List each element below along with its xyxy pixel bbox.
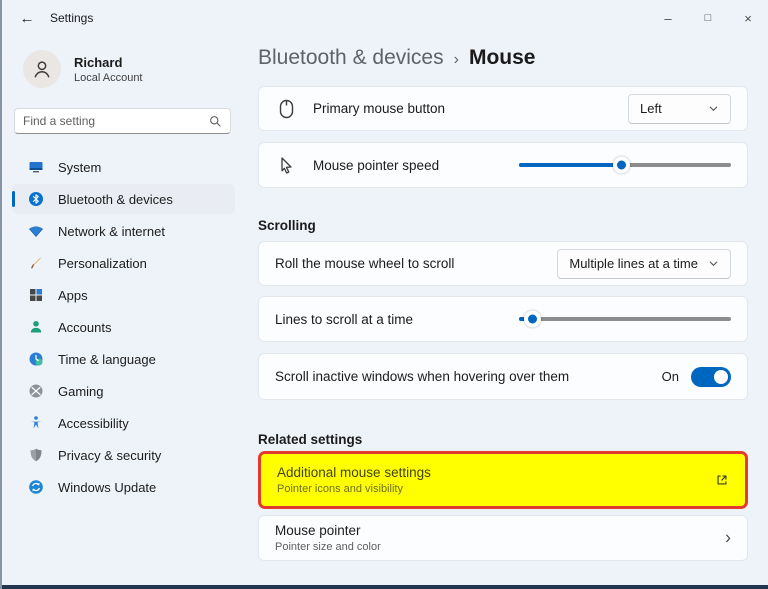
- sidebar-item-personalization[interactable]: Personalization: [12, 248, 235, 278]
- sidebar-item-label: Bluetooth & devices: [58, 191, 173, 207]
- xbox-icon: [27, 383, 44, 400]
- sidebar-item-label: Accounts: [58, 319, 112, 335]
- additional-mouse-settings-card[interactable]: Additional mouse settings Pointer icons …: [258, 451, 748, 509]
- pointer-speed-slider[interactable]: [519, 156, 731, 174]
- user-profile: Richard Local Account: [2, 50, 245, 88]
- monitor-icon: [27, 159, 44, 176]
- slider-fill: [519, 163, 621, 167]
- sidebar-item-network-internet[interactable]: Network & internet: [12, 216, 235, 246]
- sidebar-item-label: Windows Update: [58, 479, 157, 495]
- mouse-pointer-card[interactable]: Mouse pointer Pointer size and color ›: [258, 515, 748, 561]
- sidebar-item-label: Personalization: [58, 255, 147, 271]
- window-controls: – □ ×: [648, 0, 768, 36]
- slider-track[interactable]: [519, 156, 731, 174]
- titlebar: ← Settings – □ ×: [2, 0, 768, 36]
- close-button[interactable]: ×: [728, 0, 768, 36]
- primary-mouse-button-row: Primary mouse button Left: [258, 86, 748, 131]
- sidebar-item-label: System: [58, 159, 102, 175]
- primary-button-dropdown[interactable]: Left: [628, 93, 731, 124]
- maximize-button[interactable]: □: [688, 0, 728, 36]
- external-link-icon: [715, 473, 729, 487]
- mouse-pointer-title: Mouse pointer: [275, 523, 361, 538]
- search-input[interactable]: [23, 114, 209, 128]
- lines-to-scroll-row: Lines to scroll at a time: [258, 296, 748, 342]
- sidebar-item-label: Gaming: [58, 383, 104, 399]
- back-arrow-icon: ←: [19, 9, 35, 27]
- sidebar-nav: System Bluetooth & devices Network & int…: [2, 152, 245, 502]
- shield-icon: [27, 447, 44, 464]
- roll-wheel-label: Roll the mouse wheel to scroll: [275, 256, 455, 271]
- mouse-pointer-subtitle: Pointer size and color: [275, 541, 381, 553]
- sidebar-item-label: Time & language: [58, 351, 156, 367]
- minimize-button[interactable]: –: [648, 0, 688, 36]
- search-icon: [210, 115, 221, 127]
- roll-wheel-dropdown[interactable]: Multiple lines at a time: [557, 248, 731, 279]
- sidebar-item-time-language[interactable]: Time & language: [12, 344, 235, 374]
- globe-icon: [27, 223, 44, 240]
- scroll-inactive-toggle[interactable]: [691, 366, 731, 387]
- breadcrumb-parent[interactable]: Bluetooth & devices: [258, 46, 444, 70]
- chevron-right-icon: ›: [725, 527, 731, 548]
- primary-mouse-button-label: Primary mouse button: [313, 101, 446, 116]
- primary-button-value: Left: [640, 101, 662, 116]
- sidebar-item-label: Apps: [58, 287, 88, 303]
- page-title: Mouse: [468, 46, 536, 69]
- sidebar-item-accounts[interactable]: Accounts: [12, 312, 235, 342]
- apps-icon: [27, 287, 44, 304]
- sidebar: Richard Local Account System: [2, 36, 245, 589]
- lines-to-scroll-label: Lines to scroll at a time: [275, 311, 414, 327]
- main-content: Bluetooth & devices › Mouse Primary mous…: [245, 36, 768, 589]
- additional-mouse-settings-subtitle: Pointer icons and visibility: [277, 483, 403, 495]
- person-silhouette-icon: [34, 61, 50, 78]
- chevron-down-icon: [709, 106, 718, 112]
- sidebar-item-bluetooth-devices[interactable]: Bluetooth & devices: [12, 184, 235, 214]
- slider-thumb[interactable]: [612, 156, 630, 174]
- window-bottom-edge: [2, 585, 768, 589]
- sidebar-item-label: Network & internet: [58, 223, 165, 239]
- bluetooth-icon: [27, 191, 44, 208]
- mouse-icon: [275, 99, 297, 119]
- maximize-icon: □: [704, 12, 712, 24]
- slider-thumb[interactable]: [523, 310, 541, 328]
- profile-subtitle: Local Account: [74, 71, 143, 84]
- sidebar-item-privacy-security[interactable]: Privacy & security: [12, 440, 235, 470]
- sidebar-item-system[interactable]: System: [12, 152, 235, 182]
- update-icon: [27, 479, 44, 496]
- mouse-pointer-speed-row: Mouse pointer speed: [258, 142, 748, 188]
- lines-to-scroll-slider[interactable]: [519, 310, 731, 328]
- sidebar-item-gaming[interactable]: Gaming: [12, 376, 235, 406]
- profile-name: Richard: [74, 54, 123, 70]
- roll-wheel-row: Roll the mouse wheel to scroll Multiple …: [258, 241, 748, 286]
- sidebar-item-windows-update[interactable]: Windows Update: [12, 472, 235, 502]
- related-settings-header: Related settings: [258, 432, 363, 447]
- scroll-inactive-windows-row: Scroll inactive windows when hovering ov…: [258, 353, 748, 400]
- scroll-inactive-label: Scroll inactive windows when hovering ov…: [275, 369, 570, 384]
- scrolling-section-header: Scrolling: [258, 218, 316, 233]
- search-box[interactable]: [14, 108, 231, 134]
- sidebar-item-accessibility[interactable]: Accessibility: [12, 408, 235, 438]
- breadcrumb: Bluetooth & devices › Mouse: [258, 46, 748, 70]
- back-button[interactable]: ←: [12, 5, 42, 31]
- mouse-pointer-speed-label: Mouse pointer speed: [313, 157, 440, 173]
- accessibility-icon: [27, 415, 44, 432]
- window-title: Settings: [50, 11, 94, 25]
- chevron-down-icon: [709, 261, 718, 267]
- slider-track[interactable]: [519, 310, 731, 328]
- toggle-knob: [714, 369, 728, 384]
- toggle-state-label: On: [661, 369, 679, 384]
- breadcrumb-separator-icon: ›: [453, 51, 459, 68]
- sidebar-item-apps[interactable]: Apps: [12, 280, 235, 310]
- brush-icon: [27, 255, 44, 272]
- person-icon: [27, 319, 44, 336]
- minimize-icon: –: [664, 10, 672, 26]
- avatar: [23, 50, 61, 88]
- roll-wheel-value: Multiple lines at a time: [569, 256, 698, 271]
- close-icon: ×: [744, 10, 752, 26]
- cursor-arrow-icon: [275, 156, 297, 175]
- clock-icon: [27, 351, 44, 368]
- sidebar-item-label: Privacy & security: [58, 447, 162, 463]
- additional-mouse-settings-title: Additional mouse settings: [277, 465, 431, 480]
- sidebar-item-label: Accessibility: [58, 415, 129, 431]
